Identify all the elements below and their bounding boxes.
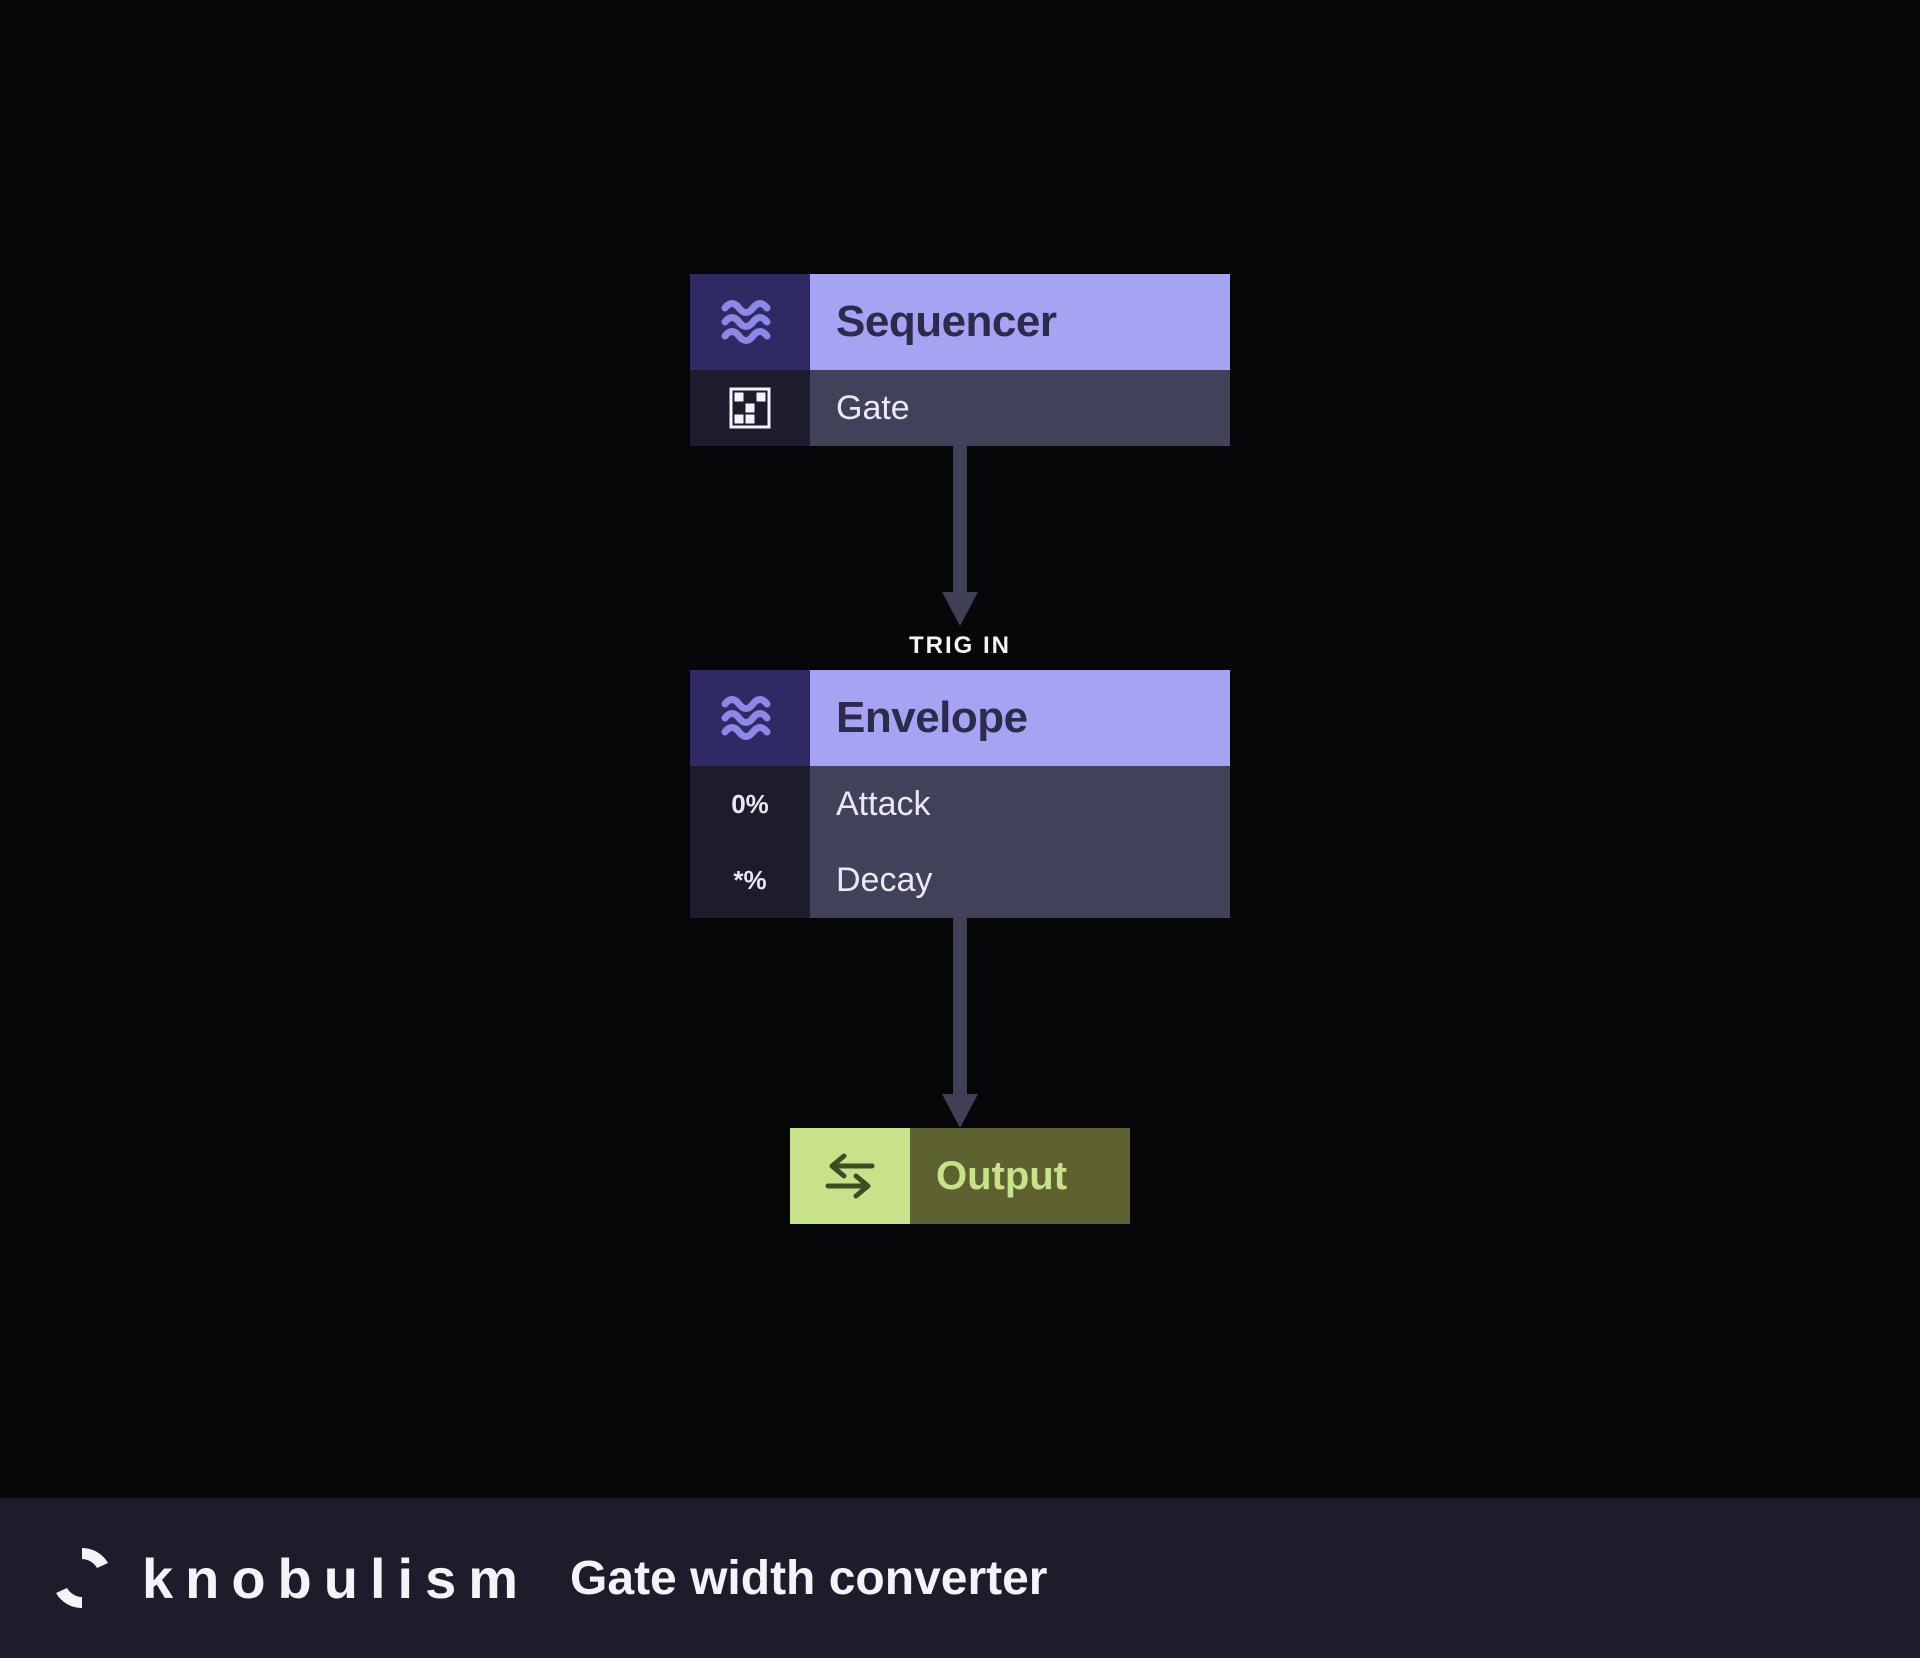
param-value-text: *% (733, 865, 766, 896)
module-header: Output (790, 1128, 1130, 1224)
param-value: *% (690, 842, 810, 918)
arrow-down-icon (940, 446, 980, 626)
waves-icon (690, 274, 810, 370)
footer-title: Gate width converter (570, 1551, 1047, 1606)
module-sequencer: Sequencer Gate (690, 274, 1230, 446)
module-title-cell: Sequencer (810, 274, 1230, 370)
arrow-down-icon (940, 918, 980, 1128)
module-output: Output (790, 1128, 1130, 1224)
io-arrows-icon (790, 1128, 910, 1224)
footer-bar: knobulism Gate width converter (0, 1498, 1920, 1658)
brand-name: knobulism (142, 1546, 530, 1611)
brand: knobulism (46, 1542, 530, 1614)
param-label: Decay (836, 861, 932, 900)
module-envelope: Envelope 0% Attack *% Decay (690, 670, 1230, 918)
diagram-canvas: Sequencer Gate (0, 0, 1920, 1498)
param-label: Attack (836, 785, 930, 824)
param-row-decay: *% Decay (690, 842, 1230, 918)
trig-in-label: TRIG IN (909, 632, 1011, 660)
param-row-attack: 0% Attack (690, 766, 1230, 842)
module-title-cell: Envelope (810, 670, 1230, 766)
param-label-cell: Attack (810, 766, 1230, 842)
module-title: Output (936, 1154, 1067, 1199)
arrow-env-to-out (940, 918, 980, 1128)
module-title: Envelope (836, 693, 1028, 743)
brand-logo-icon (46, 1542, 118, 1614)
module-title-cell: Output (910, 1128, 1130, 1224)
param-value-text: 0% (731, 789, 769, 820)
module-header: Sequencer (690, 274, 1230, 370)
param-value: 0% (690, 766, 810, 842)
waves-icon (690, 670, 810, 766)
param-row-gate: Gate (690, 370, 1230, 446)
param-label-cell: Decay (810, 842, 1230, 918)
module-header: Envelope (690, 670, 1230, 766)
pattern-icon (690, 370, 810, 446)
module-flow: Sequencer Gate (690, 274, 1230, 1224)
param-label-cell: Gate (810, 370, 1230, 446)
param-label: Gate (836, 389, 910, 428)
arrow-seq-to-env: TRIG IN (909, 446, 1011, 670)
module-title: Sequencer (836, 297, 1056, 347)
